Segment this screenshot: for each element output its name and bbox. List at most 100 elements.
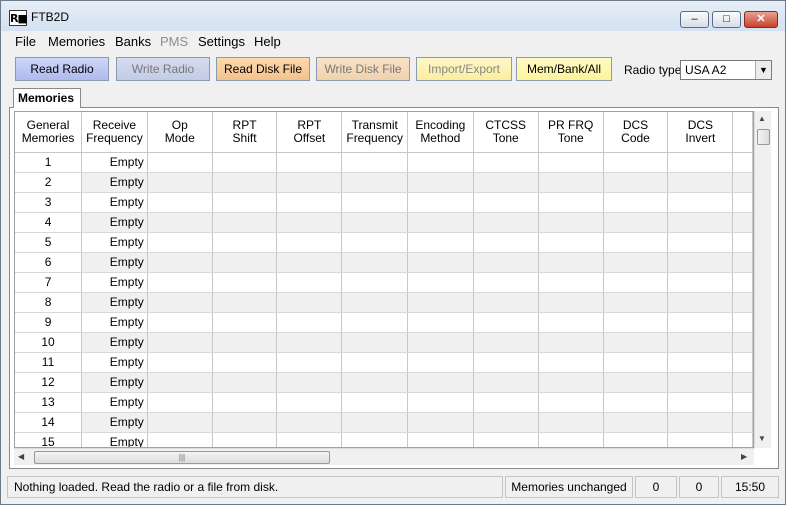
column-header[interactable]: Receive Frequency [81, 112, 148, 153]
table-row[interactable]: 13 Empty [15, 392, 753, 413]
menu-help[interactable]: Help [254, 34, 281, 49]
memory-number-cell[interactable]: 13 [15, 392, 83, 413]
grid-cell[interactable] [147, 352, 213, 373]
write-disk-file-button[interactable]: Write Disk File [316, 57, 410, 81]
grid-cell[interactable] [667, 352, 734, 373]
table-row[interactable]: 10 Empty [15, 332, 753, 353]
grid-cell[interactable] [473, 232, 539, 253]
grid-cell[interactable] [276, 332, 343, 353]
table-row[interactable]: 11 Empty [15, 352, 753, 373]
receive-frequency-cell[interactable]: Empty [81, 252, 148, 273]
grid-cell[interactable] [147, 412, 213, 433]
grid-cell[interactable] [667, 312, 734, 333]
grid-cell[interactable] [732, 232, 753, 253]
grid-cell[interactable] [538, 312, 604, 333]
grid-cell[interactable] [341, 352, 409, 373]
grid-cell[interactable] [538, 272, 604, 293]
table-row[interactable]: 7 Empty [15, 272, 753, 293]
menu-pms[interactable]: PMS [160, 34, 188, 49]
column-header[interactable]: DCS Code [603, 112, 669, 153]
grid-cell[interactable] [407, 212, 474, 233]
grid-cell[interactable] [276, 372, 343, 393]
grid-cell[interactable] [473, 152, 539, 173]
grid-cell[interactable] [473, 252, 539, 273]
grid-cell[interactable] [667, 332, 734, 353]
grid-cell[interactable] [407, 232, 474, 253]
grid-cell[interactable] [341, 192, 409, 213]
grid-cell[interactable] [732, 172, 753, 193]
grid-cell[interactable] [732, 212, 753, 233]
grid-cell[interactable] [407, 332, 474, 353]
receive-frequency-cell[interactable]: Empty [81, 192, 148, 213]
grid-cell[interactable] [276, 412, 343, 433]
minimize-button[interactable]: – [680, 11, 709, 28]
grid-cell[interactable] [473, 292, 539, 313]
column-header[interactable]: Transmit Frequency [341, 112, 409, 153]
title-bar[interactable]: R■ FTB2D – □ ✕ [1, 1, 785, 31]
grid-cell[interactable] [147, 192, 213, 213]
table-row[interactable]: 14 Empty [15, 412, 753, 433]
read-radio-button[interactable]: Read Radio [15, 57, 109, 81]
grid-cell[interactable] [732, 272, 753, 293]
close-button[interactable]: ✕ [744, 11, 778, 28]
grid-cell[interactable] [341, 392, 409, 413]
grid-cell[interactable] [147, 232, 213, 253]
menu-memories[interactable]: Memories [48, 34, 105, 49]
grid-cell[interactable] [407, 432, 474, 447]
horizontal-scrollbar[interactable]: ◀ ||| ▶ [14, 448, 754, 465]
grid-cell[interactable] [603, 352, 669, 373]
grid-cell[interactable] [732, 332, 753, 353]
grid-cell[interactable] [407, 152, 474, 173]
grid-cell[interactable] [407, 192, 474, 213]
grid-cell[interactable] [538, 392, 604, 413]
grid-cell[interactable] [212, 232, 278, 253]
receive-frequency-cell[interactable]: Empty [81, 212, 148, 233]
grid-cell[interactable] [538, 292, 604, 313]
grid-cell[interactable] [341, 272, 409, 293]
grid-cell[interactable] [276, 232, 343, 253]
grid-cell[interactable] [147, 392, 213, 413]
grid-cell[interactable] [341, 252, 409, 273]
grid-cell[interactable] [603, 292, 669, 313]
grid-cell[interactable] [147, 212, 213, 233]
memory-number-cell[interactable]: 4 [15, 212, 83, 233]
grid-cell[interactable] [473, 432, 539, 447]
grid-cell[interactable] [276, 272, 343, 293]
grid-cell[interactable] [212, 292, 278, 313]
grid-cell[interactable] [147, 312, 213, 333]
grid-cell[interactable] [212, 312, 278, 333]
scroll-right-icon[interactable]: ▶ [741, 452, 747, 461]
grid-cell[interactable] [538, 232, 604, 253]
grid-cell[interactable] [341, 412, 409, 433]
grid-cell[interactable] [212, 272, 278, 293]
grid-cell[interactable] [276, 392, 343, 413]
memory-number-cell[interactable]: 3 [15, 192, 83, 213]
grid-cell[interactable] [732, 152, 753, 173]
grid-cell[interactable] [407, 272, 474, 293]
grid-cell[interactable] [667, 432, 734, 447]
receive-frequency-cell[interactable]: Empty [81, 292, 148, 313]
column-header[interactable]: General Memories [15, 112, 83, 153]
grid-cell[interactable] [667, 292, 734, 313]
grid-cell[interactable] [538, 352, 604, 373]
table-row[interactable]: 8 Empty [15, 292, 753, 313]
grid-cell[interactable] [538, 372, 604, 393]
column-header[interactable]: RPT Offset [276, 112, 343, 153]
receive-frequency-cell[interactable]: Empty [81, 272, 148, 293]
grid-cell[interactable] [341, 312, 409, 333]
table-row[interactable]: 3 Empty [15, 192, 753, 213]
grid-cell[interactable] [276, 352, 343, 373]
receive-frequency-cell[interactable]: Empty [81, 432, 148, 447]
grid-cell[interactable] [473, 312, 539, 333]
grid-cell[interactable] [147, 252, 213, 273]
grid-cell[interactable] [276, 192, 343, 213]
grid-cell[interactable] [667, 372, 734, 393]
grid-cell[interactable] [147, 152, 213, 173]
grid-cell[interactable] [276, 252, 343, 273]
receive-frequency-cell[interactable]: Empty [81, 352, 148, 373]
scroll-left-icon[interactable]: ◀ [18, 452, 24, 461]
grid-cell[interactable] [603, 192, 669, 213]
grid-cell[interactable] [341, 372, 409, 393]
table-row[interactable]: 4 Empty [15, 212, 753, 233]
grid-cell[interactable] [341, 292, 409, 313]
